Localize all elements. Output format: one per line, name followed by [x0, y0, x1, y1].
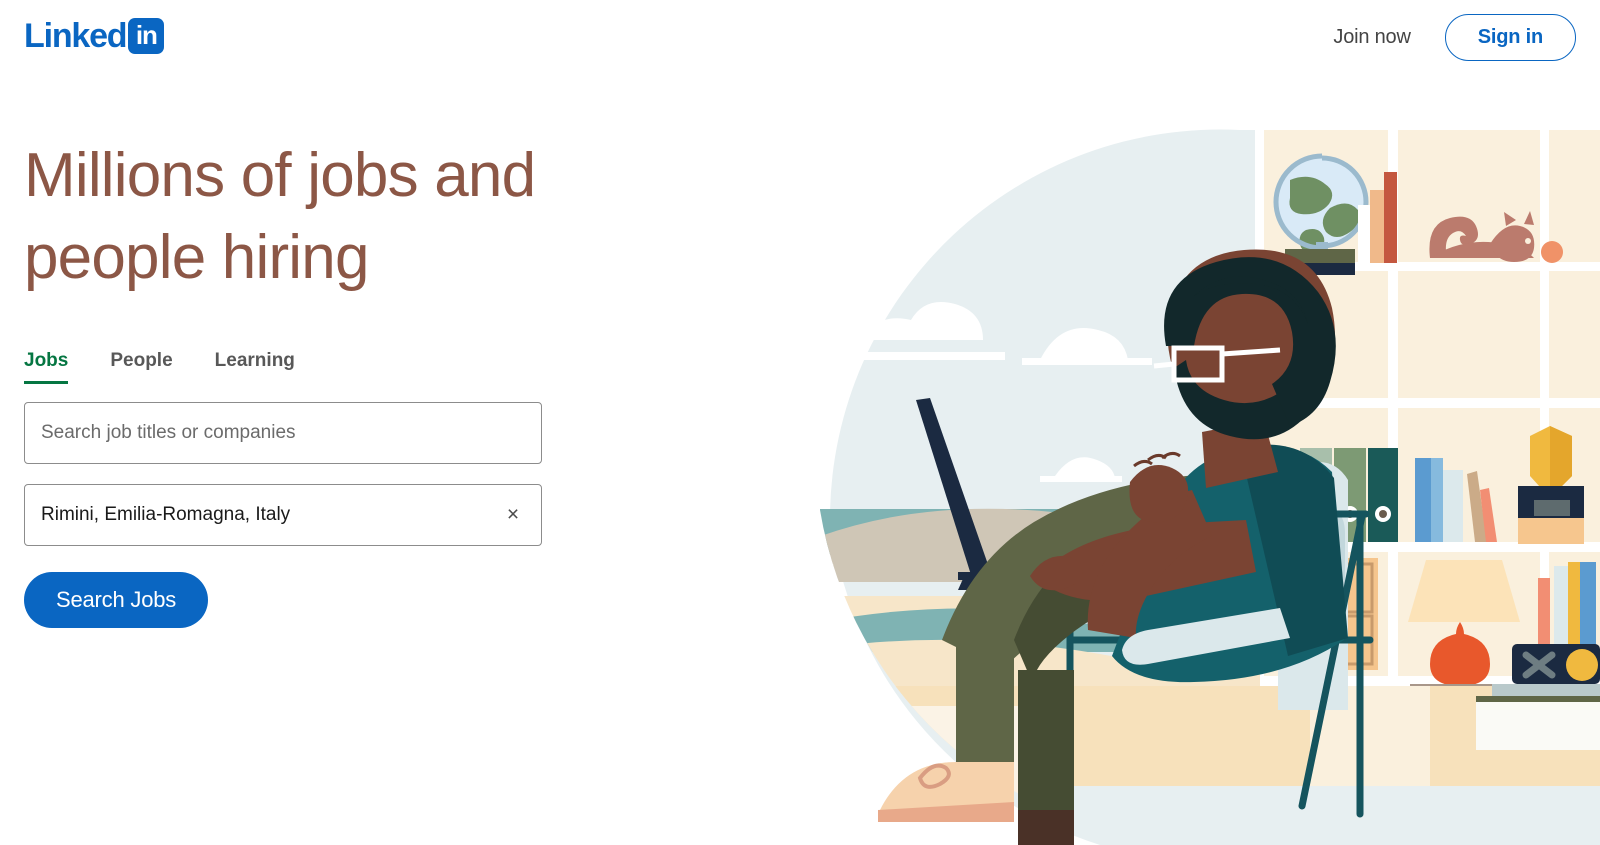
close-icon[interactable]: ×: [501, 503, 525, 527]
tab-people[interactable]: People: [110, 350, 172, 384]
site-header: Linked in Join now Sign in: [0, 0, 1600, 78]
search-tabs: Jobs People Learning: [24, 350, 664, 384]
hero-content: Millions of jobs and people hiring Jobs …: [24, 135, 664, 628]
keyword-search-field[interactable]: [24, 401, 542, 464]
location-search-field[interactable]: ×: [24, 483, 542, 546]
search-jobs-button[interactable]: Search Jobs: [24, 571, 209, 628]
join-now-button[interactable]: Join now: [1333, 26, 1411, 49]
game-box-icon: [1512, 644, 1600, 684]
logo-wordmark: Linked: [24, 17, 128, 55]
page-title: Millions of jobs and people hiring: [24, 141, 536, 293]
linkedin-landing-page: Linked in Join now Sign in Millions of j…: [0, 0, 1600, 845]
tab-jobs[interactable]: Jobs: [24, 350, 69, 384]
sign-in-button[interactable]: Sign in: [1444, 14, 1576, 61]
header-nav: Join now Sign in: [1333, 14, 1576, 61]
search-input[interactable]: [41, 421, 525, 444]
tab-learning[interactable]: Learning: [215, 350, 295, 384]
linkedin-logo[interactable]: Linked in: [24, 17, 165, 55]
hero-illustration: [770, 110, 1600, 845]
logo-in-text: in: [135, 20, 158, 50]
logo-in-badge: in: [128, 18, 165, 54]
location-input[interactable]: [41, 503, 501, 526]
